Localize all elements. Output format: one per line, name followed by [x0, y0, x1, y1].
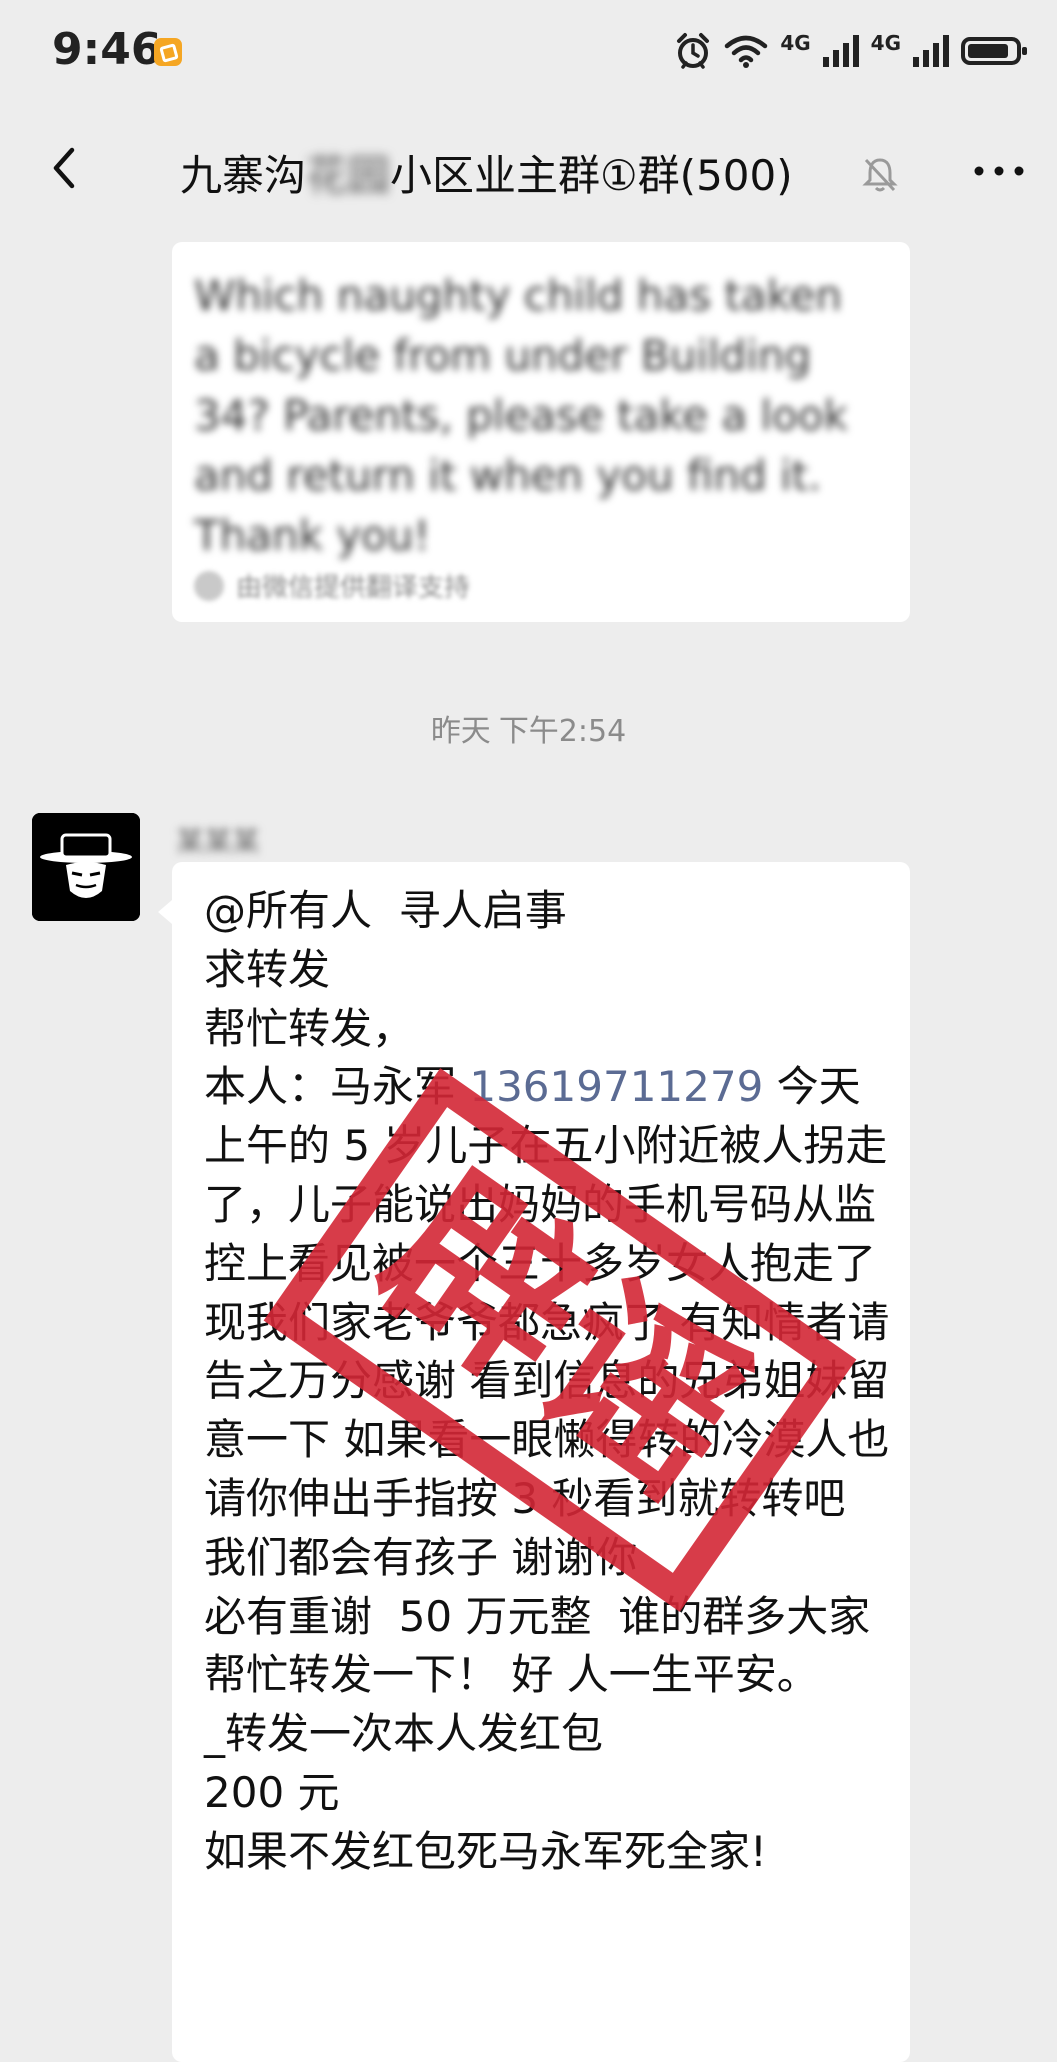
mute-bell-icon — [862, 158, 898, 192]
phone-number-link[interactable]: 13619711279 — [469, 1062, 763, 1111]
message-text: @所有人 寻人启事 求转发 帮忙转发， 本人：马永军 13619711279 今… — [204, 882, 894, 1882]
chat-header: 九寨沟花园小区业主群①群(500) — [0, 118, 1057, 228]
timestamp-time: 下午2:54 — [498, 714, 627, 749]
sender-name: 某某某 — [176, 825, 261, 858]
chat-title-suffix: 小区业主群①群(500) — [390, 151, 793, 200]
message-line: 200 元 — [204, 1767, 340, 1817]
battery-icon — [961, 37, 1027, 65]
anonymous-mask-avatar-icon — [32, 813, 140, 921]
message-line: 必有重谢 50 万元整 谁的群多大家帮忙转发一下！ 好 人一生平安。 — [204, 1591, 871, 1700]
chat-title-redacted: 花园 — [306, 151, 391, 200]
check-circle-icon — [194, 570, 224, 601]
app-notification-icon — [154, 38, 182, 66]
timestamp-day: 昨天 — [430, 714, 491, 749]
alarm-icon — [677, 33, 710, 69]
back-icon[interactable] — [36, 138, 96, 198]
message-line: _转发一次本人发红包 — [204, 1709, 604, 1759]
message-text-pre: 本人：马永军 — [204, 1062, 470, 1112]
wifi-icon — [725, 35, 768, 68]
message-line: @所有人 寻人启事 — [204, 886, 567, 935]
translated-message-bubble[interactable]: Which naughty child has taken a bicycle … — [172, 242, 910, 622]
avatar[interactable] — [32, 813, 140, 921]
translation-source-label: 由微信提供翻译支持 — [236, 573, 471, 603]
clock: 9:46 — [52, 24, 162, 75]
network-type-2: 4G — [870, 31, 901, 55]
message-line: 如果不发红包死马永军死全家! — [204, 1826, 767, 1876]
chat-title: 九寨沟花园小区业主群①群(500) — [180, 142, 793, 203]
message-line: 帮忙转发， — [204, 1003, 415, 1053]
status-bar: 9:46 4G 4G — [0, 0, 1057, 110]
network-type-1: 4G — [780, 31, 811, 55]
signal-icon — [822, 35, 859, 67]
more-icon[interactable] — [969, 156, 1029, 186]
signal-icon — [913, 35, 949, 67]
message-line: 求转发 — [204, 944, 331, 994]
translation-source: 由微信提供翻译支持 — [194, 567, 470, 604]
message-timestamp: 昨天 下午2:54 — [0, 706, 1057, 750]
chat-title-prefix: 九寨沟 — [180, 151, 307, 200]
translated-text: Which naughty child has taken a bicycle … — [194, 271, 848, 560]
status-icons: 4G 4G — [674, 31, 1027, 70]
message-text-post: 今天上午的 5 岁儿子在五小附近被人拐走了，儿子能说出妈妈的手机号码从监控上看见… — [204, 1062, 890, 1582]
message-bubble[interactable]: @所有人 寻人启事 求转发 帮忙转发， 本人：马永军 13619711279 今… — [158, 862, 910, 2062]
message-line: 本人：马永军 13619711279 今天上午的 5 岁儿子在五小附近被人拐走了… — [204, 1058, 894, 1587]
